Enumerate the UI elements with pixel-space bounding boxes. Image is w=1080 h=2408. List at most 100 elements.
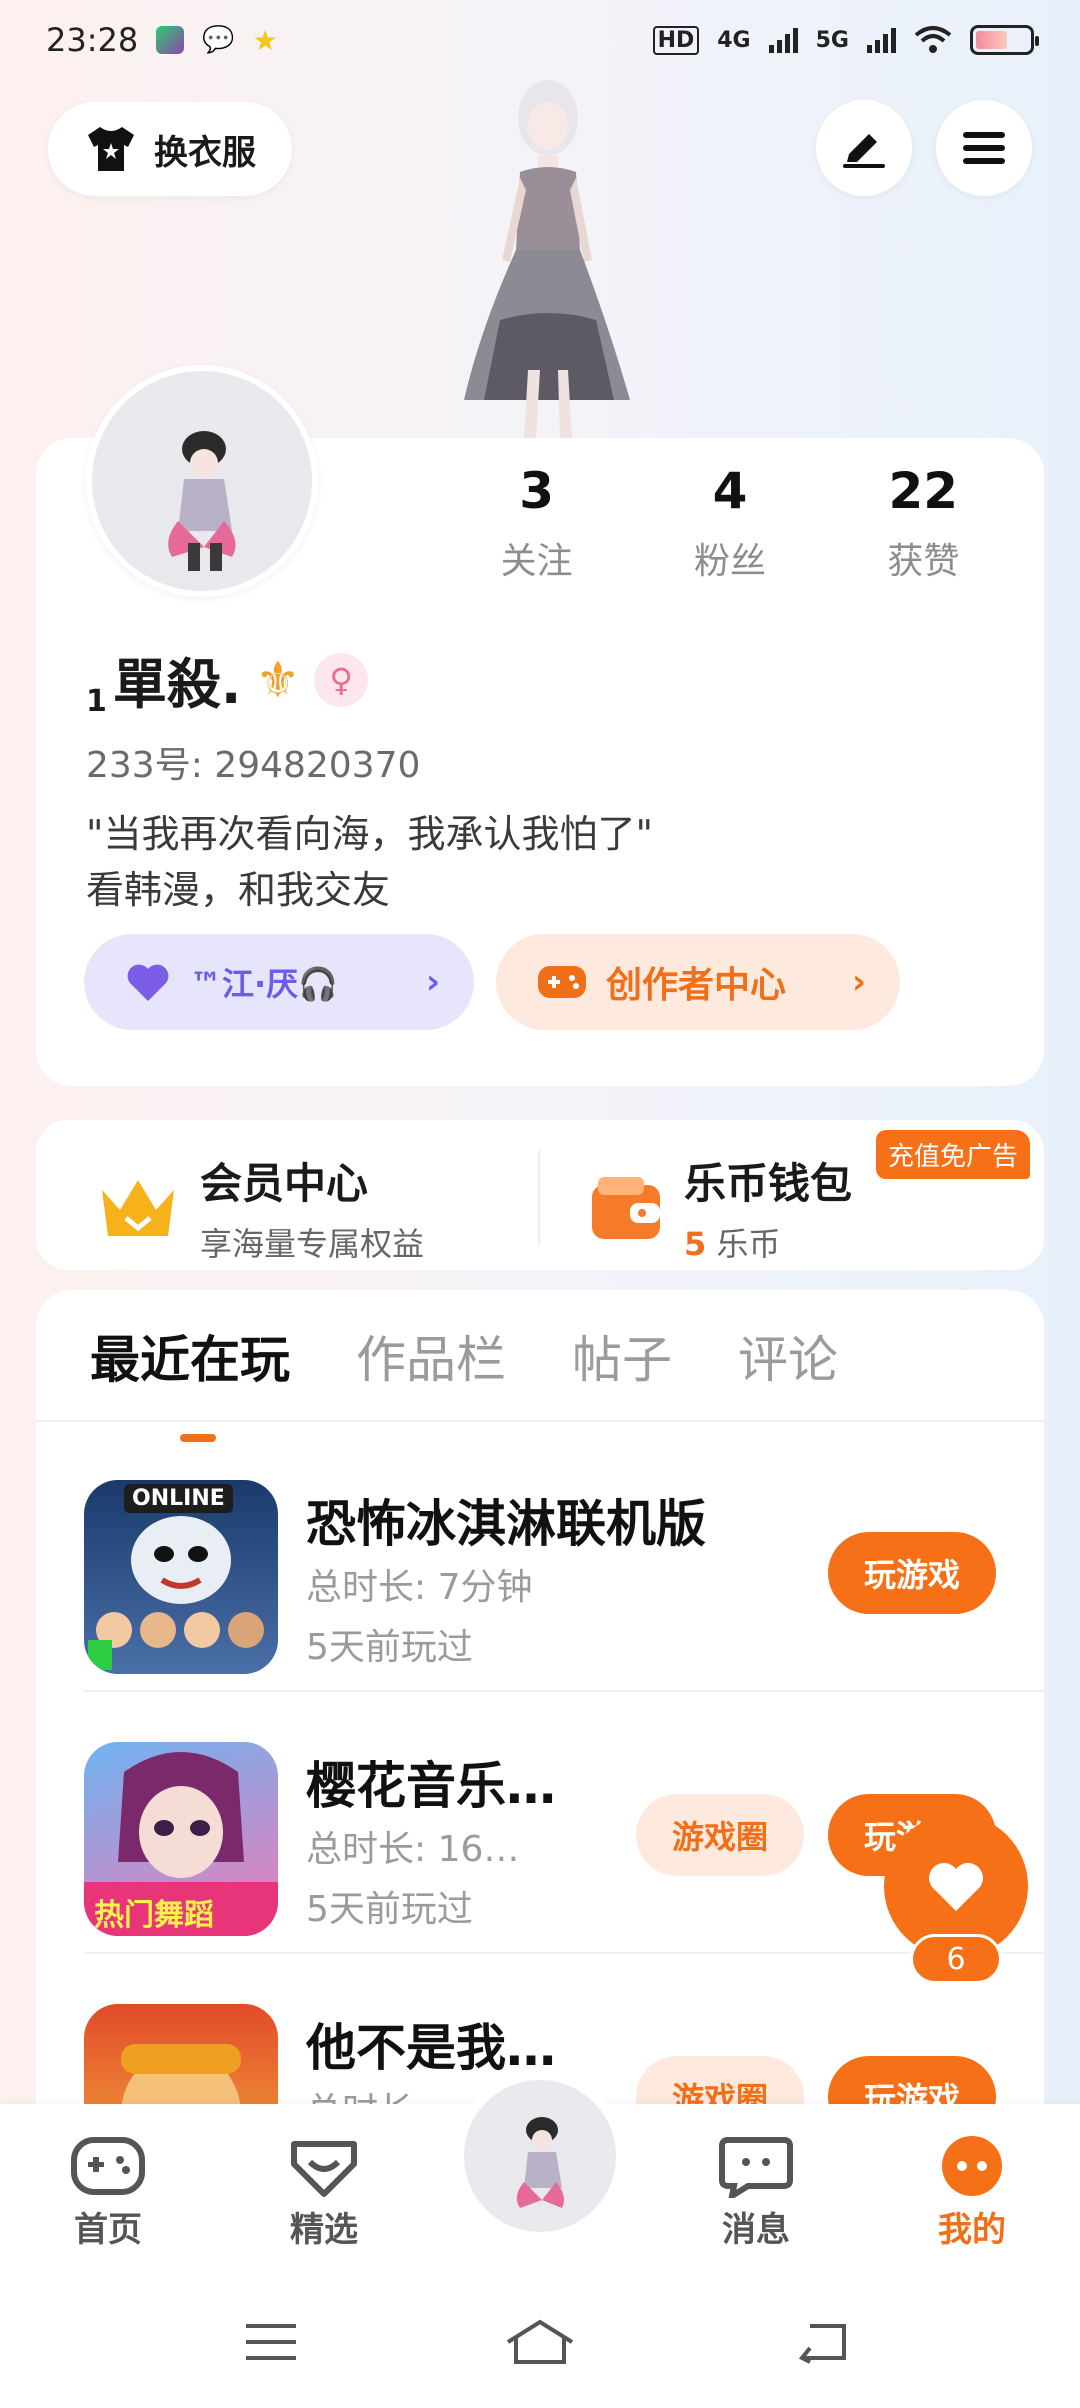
creator-center-button[interactable]: 创作者中心 ›	[496, 934, 900, 1030]
likes-count: 22	[888, 462, 959, 520]
followers-count: 4	[712, 462, 748, 520]
username-row: 1 單殺. ⚜ ♀	[86, 640, 369, 719]
nav-home-label: 首页	[74, 2210, 142, 2250]
likes-stat[interactable]: 22 获赞	[827, 462, 1020, 584]
heart-icon	[929, 1863, 983, 1911]
followers-stat[interactable]: 4 粉丝	[633, 462, 826, 584]
member-center-title: 会员中心	[200, 1159, 369, 1208]
game-meta: 总时长: 16… 5天前玩过	[306, 1820, 519, 1940]
battery-icon	[970, 25, 1039, 55]
game-icon[interactable]: ONLINE	[84, 1480, 278, 1674]
tabs-divider	[36, 1420, 1044, 1422]
divider	[538, 1150, 540, 1246]
profile-avatar[interactable]	[86, 365, 318, 597]
likes-label: 获赞	[887, 541, 960, 582]
system-nav-bar	[0, 2282, 1080, 2408]
game-meta: 总时长: 7分钟 5天前玩过	[306, 1558, 532, 1678]
floating-like-button[interactable]: 6	[884, 1814, 1028, 1984]
ad-free-tag: 充值免广告	[875, 1130, 1030, 1179]
following-stat[interactable]: 3 关注	[440, 462, 633, 584]
member-center-subtitle: 享海量专属权益	[200, 1225, 425, 1263]
star-badge-icon: ★	[252, 23, 278, 57]
tab-comments[interactable]: 评论	[738, 1320, 838, 1392]
pen-icon	[843, 134, 885, 168]
game-last-played: 5天前玩过	[306, 1889, 473, 1930]
game-last-played: 5天前玩过	[306, 1627, 473, 1668]
nav-home[interactable]: 首页	[48, 2134, 168, 2251]
bio-line-1: "当我再次看向海，我承认我怕了"	[86, 812, 653, 856]
network-5g-label: 5G	[815, 27, 849, 53]
music-pill-button[interactable]: ™江·厌🎧 ›	[84, 934, 474, 1030]
heart-icon	[127, 964, 169, 1001]
3d-avatar-figure[interactable]	[440, 70, 650, 440]
fleur-de-lis-icon: ⚜	[255, 650, 301, 709]
game-icon-label: 热门舞蹈	[94, 1898, 214, 1933]
vip-card: 会员中心 享海量专属权益 乐币钱包 5 乐币 充值免广告	[36, 1120, 1044, 1270]
game-duration: 总时长: 7分钟	[306, 1567, 533, 1608]
avatar-figure	[168, 431, 236, 571]
me-face-icon	[942, 2136, 1002, 2196]
tab-posts[interactable]: 帖子	[572, 1320, 672, 1392]
wallet-icon	[592, 1176, 660, 1239]
diamond-heart-icon	[291, 2141, 357, 2197]
hd-indicator: HD	[652, 25, 700, 55]
change-clothes-label: 换衣服	[154, 132, 256, 173]
edit-profile-button[interactable]	[816, 100, 912, 196]
wallet-title: 乐币钱包	[684, 1159, 853, 1208]
game-icon[interactable]: 热门舞蹈	[84, 1742, 278, 1936]
username-prefix: 1	[86, 684, 107, 719]
wallet-coin-count: 5	[684, 1225, 707, 1263]
wallet-coin-unit: 乐币	[716, 1225, 781, 1263]
game-name: 樱花音乐…	[306, 1757, 556, 1815]
gamepad-icon	[71, 2137, 145, 2195]
home-icon[interactable]	[504, 2318, 576, 2366]
followers-label: 粉丝	[693, 541, 766, 582]
like-count: 6	[910, 1934, 1002, 1984]
wechat-icon: 💬	[202, 25, 235, 55]
wallet-button[interactable]: 乐币钱包 5 乐币	[588, 1150, 852, 1265]
music-pill-label: ™江·厌🎧	[190, 965, 339, 1003]
chevron-right-icon: ›	[425, 962, 440, 1002]
recent-apps-icon[interactable]	[244, 2320, 298, 2364]
back-icon[interactable]	[796, 2318, 850, 2364]
menu-button[interactable]	[936, 100, 1032, 196]
bio: "当我再次看向海，我承认我怕了" 看韩漫，和我交友	[86, 806, 653, 918]
signal-5g-icon	[867, 27, 896, 53]
chevron-right-icon: ›	[851, 962, 866, 1002]
signal-4g-icon	[768, 27, 798, 53]
nav-featured[interactable]: 精选	[264, 2134, 384, 2251]
tab-works[interactable]: 作品栏	[356, 1320, 506, 1392]
status-time: 23:28	[46, 21, 139, 59]
profile-stats: 3 关注 4 粉丝 22 获赞	[440, 462, 1020, 584]
shirt-icon	[88, 127, 134, 171]
following-label: 关注	[500, 541, 573, 582]
status-bar: 23:28 💬 ★ HD 4G 5G	[0, 0, 1080, 80]
gamepad-icon	[538, 966, 586, 998]
nav-center-avatar-button[interactable]	[456, 2072, 624, 2240]
nav-messages-label: 消息	[722, 2210, 790, 2250]
avatar-figure	[516, 2117, 564, 2208]
wifi-icon	[914, 26, 952, 53]
iqiyi-icon	[156, 26, 185, 54]
username: 單殺.	[112, 653, 242, 716]
following-count: 3	[519, 462, 555, 520]
game-duration: 总时长: 16…	[306, 1829, 520, 1870]
nav-featured-label: 精选	[290, 2210, 358, 2250]
tab-recent-played[interactable]: 最近在玩	[90, 1320, 290, 1442]
user-id[interactable]: 233号: 294820370	[86, 736, 420, 788]
nav-me[interactable]: 我的	[912, 2134, 1032, 2251]
game-circle-button[interactable]: 游戏圈	[636, 1794, 804, 1876]
change-clothes-button[interactable]: 换衣服	[48, 102, 292, 196]
game-row[interactable]: ONLINE 恐怖冰淇淋联机版 总时长: 7分钟 5天前玩过 玩游戏	[84, 1430, 1044, 1692]
hamburger-icon	[963, 132, 1005, 164]
nav-messages[interactable]: 消息	[696, 2134, 816, 2251]
chat-bubble-icon	[719, 2137, 793, 2198]
creator-center-label: 创作者中心	[606, 965, 787, 1006]
female-gender-icon: ♀	[314, 652, 369, 707]
play-game-button[interactable]: 玩游戏	[828, 1532, 996, 1614]
network-4g-label: 4G	[717, 27, 751, 53]
nav-me-label: 我的	[938, 2210, 1006, 2250]
game-name: 他不是我…	[306, 2019, 556, 2077]
member-center-button[interactable]: 会员中心 享海量专属权益	[96, 1150, 424, 1265]
game-name: 恐怖冰淇淋联机版	[306, 1495, 706, 1553]
